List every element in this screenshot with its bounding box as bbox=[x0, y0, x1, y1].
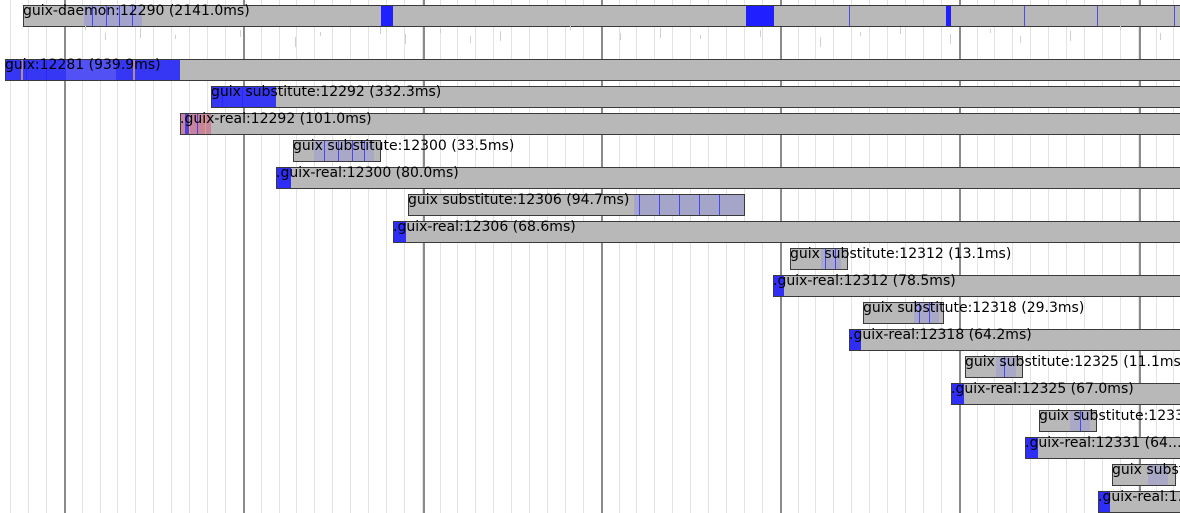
daemon-activity-marks bbox=[60, 26, 1170, 56]
process-bar-substitute-12318[interactable] bbox=[863, 302, 944, 324]
activity-mark bbox=[660, 28, 661, 38]
activity-tick bbox=[679, 195, 680, 215]
cpu-activity-segment bbox=[774, 276, 784, 296]
activity-mark bbox=[950, 34, 951, 44]
process-bar-substitute-12292[interactable] bbox=[211, 86, 1180, 108]
process-bar-real-next[interactable] bbox=[1098, 491, 1180, 513]
cpu-activity-segment bbox=[996, 357, 1016, 377]
process-bar-real-12300[interactable] bbox=[276, 167, 1180, 189]
process-bar-substitute-12306[interactable] bbox=[408, 194, 745, 216]
activity-tick bbox=[699, 195, 700, 215]
process-bar-guix[interactable] bbox=[5, 59, 1180, 81]
cpu-activity-segment bbox=[914, 303, 939, 323]
cpu-activity-segment bbox=[66, 60, 116, 80]
activity-mark bbox=[240, 30, 241, 37]
activity-tick bbox=[189, 114, 190, 134]
activity-mark bbox=[85, 26, 86, 30]
activity-mark bbox=[405, 34, 406, 44]
process-bar-real-12325[interactable] bbox=[951, 383, 1180, 405]
activity-tick bbox=[106, 6, 107, 26]
activity-mark bbox=[1020, 36, 1021, 43]
activity-tick bbox=[242, 87, 243, 107]
activity-mark bbox=[140, 28, 141, 38]
cpu-activity-segment bbox=[381, 6, 393, 26]
cpu-activity-segment bbox=[746, 6, 774, 26]
process-bar-substitute-12331[interactable] bbox=[1039, 410, 1097, 432]
activity-tick bbox=[364, 141, 365, 161]
activity-tick bbox=[352, 141, 353, 161]
activity-mark bbox=[760, 30, 761, 37]
activity-tick bbox=[132, 6, 133, 26]
activity-tick bbox=[849, 6, 850, 26]
activity-tick bbox=[919, 303, 920, 323]
activity-mark bbox=[440, 29, 441, 33]
activity-tick bbox=[324, 141, 325, 161]
process-bar-substitute-12325[interactable] bbox=[965, 356, 1023, 378]
process-bar-real-12312[interactable] bbox=[773, 275, 1180, 297]
activity-mark bbox=[860, 32, 861, 36]
process-bar-substitute-12312[interactable] bbox=[790, 248, 848, 270]
activity-tick bbox=[222, 87, 223, 107]
activity-tick bbox=[119, 6, 120, 26]
cpu-activity-segment bbox=[1148, 465, 1168, 485]
process-bar-daemon[interactable] bbox=[23, 5, 1180, 27]
cpu-activity-segment bbox=[634, 195, 744, 215]
activity-tick bbox=[197, 114, 198, 134]
activity-mark bbox=[620, 33, 621, 40]
activity-tick bbox=[1080, 411, 1081, 431]
activity-tick bbox=[825, 249, 826, 269]
activity-tick bbox=[659, 195, 660, 215]
cpu-activity-segment bbox=[1099, 492, 1110, 512]
cpu-activity-segment bbox=[394, 222, 406, 242]
activity-tick bbox=[205, 114, 206, 134]
activity-tick bbox=[1174, 6, 1175, 26]
activity-tick bbox=[929, 303, 930, 323]
activity-mark bbox=[990, 29, 991, 33]
cpu-activity-segment bbox=[821, 249, 841, 269]
activity-mark bbox=[500, 31, 501, 41]
process-timeline: guix-daemon:12290 (2141.0ms) guix:12281 (… bbox=[0, 0, 1180, 513]
activity-tick bbox=[835, 249, 836, 269]
cpu-activity-segment bbox=[314, 141, 374, 161]
cpu-activity-segment bbox=[1026, 438, 1038, 458]
cpu-activity-segment bbox=[277, 168, 291, 188]
activity-mark bbox=[175, 35, 176, 39]
activity-tick bbox=[719, 195, 720, 215]
process-bar-real-12292[interactable] bbox=[180, 113, 1180, 135]
activity-mark bbox=[700, 35, 701, 39]
activity-tick bbox=[1024, 6, 1025, 26]
activity-mark bbox=[470, 36, 471, 43]
activity-mark bbox=[1070, 31, 1071, 41]
activity-mark bbox=[105, 33, 106, 40]
process-bar-real-12318[interactable] bbox=[849, 329, 1180, 351]
process-bar-substitute-next[interactable] bbox=[1112, 464, 1176, 486]
activity-tick bbox=[92, 6, 93, 26]
cpu-activity-segment bbox=[952, 384, 964, 404]
cpu-activity-segment bbox=[850, 330, 861, 350]
activity-mark bbox=[820, 37, 821, 47]
process-bar-real-12331[interactable] bbox=[1025, 437, 1180, 459]
process-rows: guix-daemon:12290 (2141.0ms) guix:12281 (… bbox=[0, 0, 1180, 513]
activity-tick bbox=[338, 141, 339, 161]
activity-tick bbox=[1097, 6, 1098, 26]
activity-mark bbox=[1160, 33, 1161, 40]
process-bar-real-12306[interactable] bbox=[393, 221, 1180, 243]
activity-mark bbox=[900, 27, 901, 34]
activity-mark bbox=[380, 27, 381, 34]
activity-tick bbox=[134, 60, 135, 80]
activity-tick bbox=[46, 60, 47, 80]
activity-tick bbox=[639, 195, 640, 215]
activity-tick bbox=[22, 60, 23, 80]
process-bar-substitute-12300[interactable] bbox=[293, 140, 381, 162]
activity-mark bbox=[570, 26, 571, 30]
activity-tick bbox=[1004, 357, 1005, 377]
activity-mark bbox=[320, 32, 321, 36]
cpu-activity-segment bbox=[946, 6, 951, 26]
activity-tick bbox=[26, 60, 27, 80]
activity-mark bbox=[295, 37, 296, 47]
activity-mark bbox=[1120, 26, 1121, 30]
